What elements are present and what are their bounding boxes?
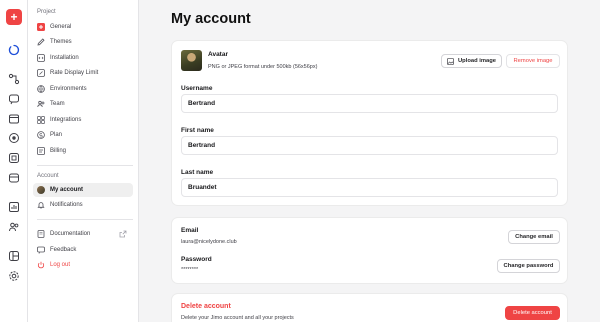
page-title: My account [171, 11, 251, 27]
sidebar-item-integrations[interactable]: Integrations [33, 113, 133, 127]
remove-image-button[interactable]: Remove image [506, 54, 560, 68]
loading-spinner-icon[interactable] [7, 43, 21, 57]
team-icon [37, 100, 45, 108]
external-link-icon [119, 230, 127, 238]
target-icon[interactable] [7, 131, 21, 145]
sidebar-item-my-account[interactable]: My account [33, 183, 133, 197]
settings-sidebar: Project General Themes Installation Rate… [28, 0, 139, 322]
sidebar-item-label: Documentation [50, 231, 91, 237]
globe-icon [37, 85, 45, 93]
sidebar-item-label: Integrations [50, 117, 82, 123]
sidebar-item-label: Themes [50, 39, 72, 45]
delete-account-title: Delete account [181, 303, 231, 310]
gauge-icon [37, 69, 45, 77]
sidebar-item-log-out[interactable]: Log out [33, 258, 133, 272]
sidebar-item-documentation[interactable]: Documentation [33, 227, 133, 241]
bell-icon [37, 201, 45, 209]
sidebar-item-label: Notifications [50, 202, 83, 208]
layers-icon[interactable] [7, 171, 21, 185]
sidebar-item-team[interactable]: Team [33, 97, 133, 111]
avatar-hint: PNG or JPEG format under 500kb (56x56px) [208, 64, 318, 70]
sidebar-item-label: Billing [50, 148, 67, 154]
feedback-icon [37, 246, 45, 254]
sidebar-item-billing[interactable]: Billing [33, 144, 133, 158]
username-field[interactable]: Bertrand [181, 94, 558, 113]
invoice-icon [37, 147, 45, 155]
window-icon[interactable] [7, 112, 21, 126]
sidebar-item-notifications[interactable]: Notifications [33, 198, 133, 212]
settings-icon[interactable] [7, 269, 21, 283]
brand-icon [37, 23, 45, 31]
upload-image-button[interactable]: Upload image [441, 54, 502, 68]
sidebar-item-label: Rate Display Limit [50, 70, 99, 76]
danger-zone-card: Delete account Delete your Jimo account … [171, 293, 568, 322]
app-logo[interactable]: + [6, 9, 22, 25]
code-icon [37, 54, 45, 62]
workflow-icon[interactable] [7, 72, 21, 86]
change-email-button[interactable]: Change email [508, 230, 560, 244]
dollar-icon [37, 131, 45, 139]
password-value: ******** [181, 267, 199, 273]
chat-icon[interactable] [7, 92, 21, 106]
users-icon[interactable] [7, 220, 21, 234]
avatar-image [181, 50, 202, 71]
sidebar-item-installation[interactable]: Installation [33, 51, 133, 65]
sidebar-item-label: Installation [50, 55, 79, 61]
last-name-field[interactable]: Bruandet [181, 178, 558, 197]
sidebar-item-label: My account [50, 187, 84, 193]
sidebar-divider [37, 219, 133, 220]
grid-icon[interactable] [7, 151, 21, 165]
sidebar-item-rate-display-limit[interactable]: Rate Display Limit [33, 66, 133, 80]
password-label: Password [181, 256, 212, 263]
sidebar-divider [37, 165, 133, 166]
sidebar-item-label: Plan [50, 132, 63, 138]
avatar [37, 186, 45, 194]
book-icon [37, 230, 45, 238]
puzzle-icon [37, 116, 45, 124]
sidebar-item-themes[interactable]: Themes [33, 35, 133, 49]
sidebar-item-environments[interactable]: Environments [33, 82, 133, 96]
icon-rail: + [0, 0, 28, 322]
analytics-icon[interactable] [7, 200, 21, 214]
section-label-project: Project [37, 9, 56, 15]
section-label-account: Account [37, 173, 59, 179]
delete-account-description: Delete your Jimo account and all your pr… [181, 315, 294, 321]
sidebar-item-label: Team [50, 101, 65, 107]
sidebar-item-plan[interactable]: Plan [33, 128, 133, 142]
first-name-label: First name [181, 127, 214, 134]
layout-icon[interactable] [7, 249, 21, 263]
sidebar-item-label: Environments [50, 86, 87, 92]
delete-account-button[interactable]: Delete account [505, 306, 560, 320]
sidebar-item-label: General [50, 24, 72, 30]
sidebar-item-feedback[interactable]: Feedback [33, 243, 133, 257]
image-icon [447, 57, 454, 65]
change-password-button[interactable]: Change password [497, 259, 560, 273]
sidebar-item-general[interactable]: General [33, 20, 133, 34]
avatar-label: Avatar [208, 51, 228, 58]
email-label: Email [181, 227, 199, 234]
email-value: laura@nicelydone.club [181, 239, 237, 245]
profile-card: Avatar PNG or JPEG format under 500kb (5… [171, 40, 568, 206]
sidebar-item-label: Feedback [50, 247, 77, 253]
brush-icon [37, 38, 45, 46]
sidebar-item-label: Log out [50, 262, 71, 268]
last-name-label: Last name [181, 169, 214, 176]
first-name-field[interactable]: Bertrand [181, 136, 558, 155]
username-label: Username [181, 85, 213, 92]
credentials-card: Email laura@nicelydone.club Change email… [171, 217, 568, 284]
logout-icon [37, 261, 45, 269]
